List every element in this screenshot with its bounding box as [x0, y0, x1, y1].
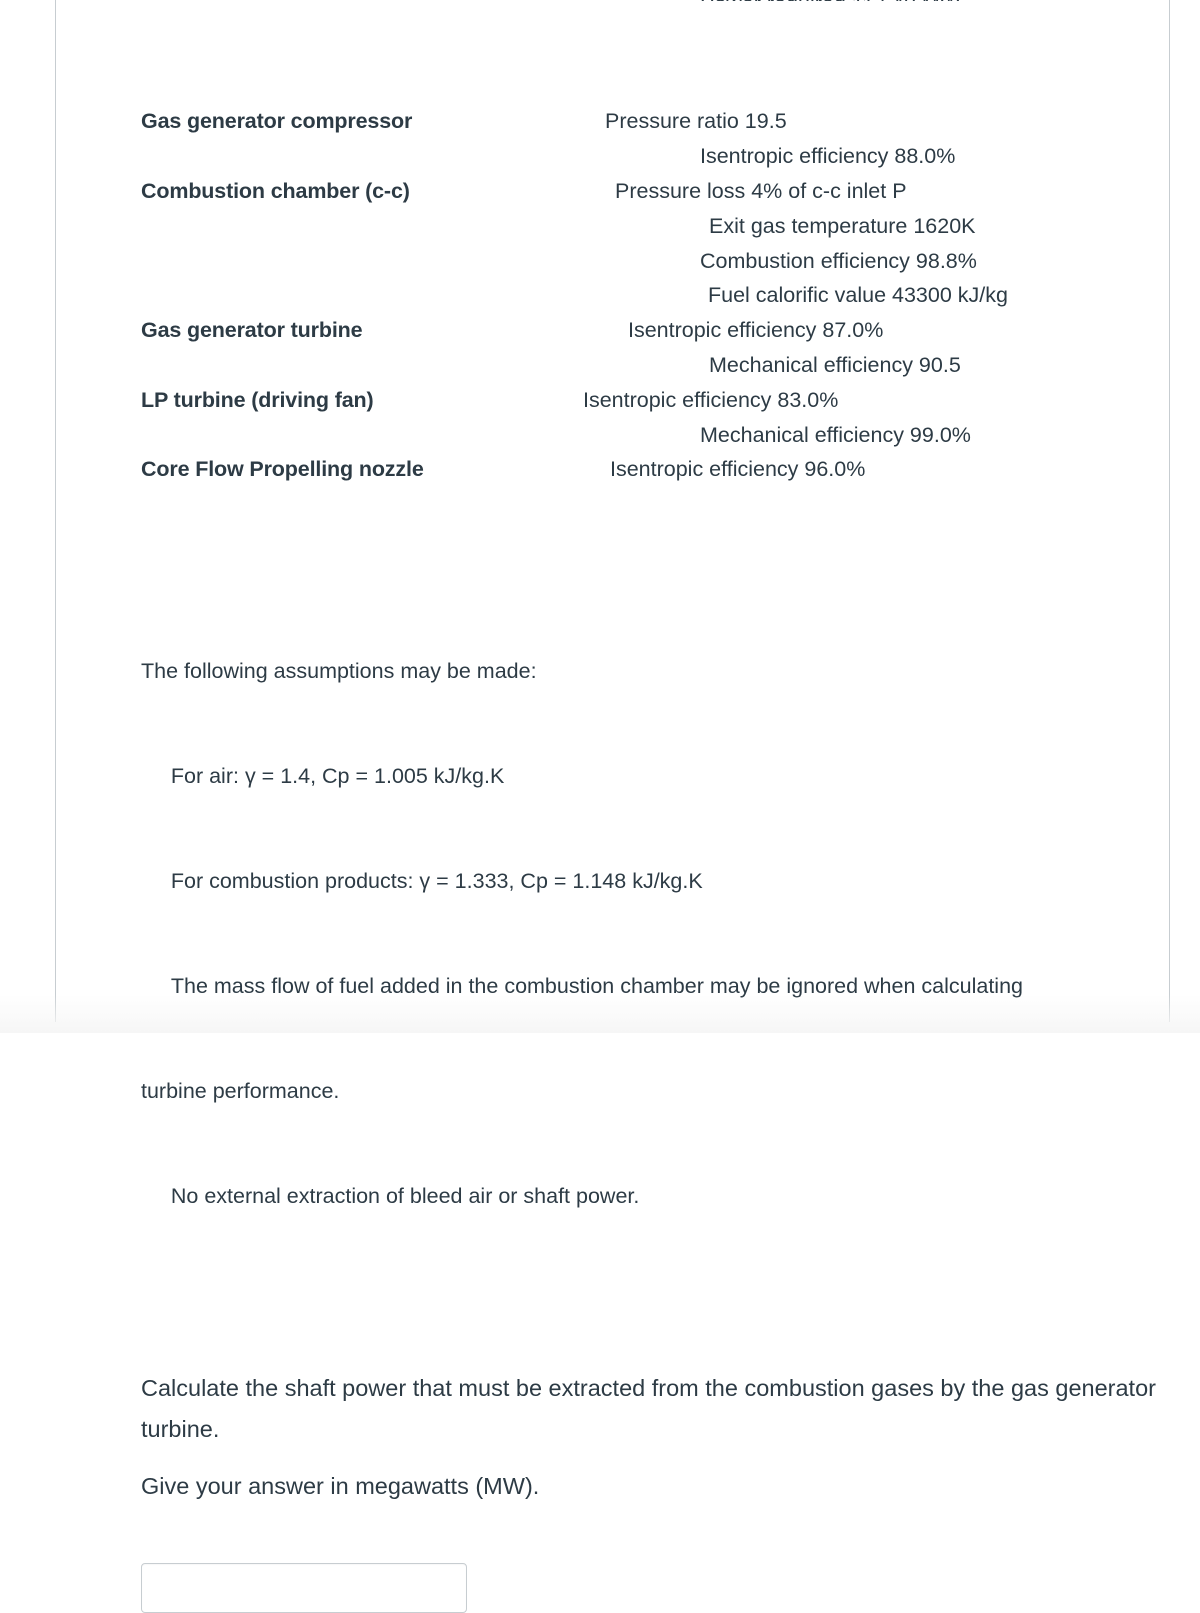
spec-row-label: Core Flow Propelling nozzle: [141, 457, 424, 482]
spec-row-value: Mechanical efficiency 99.0%: [700, 422, 971, 447]
spec-row: Combustion efficiency 98.8%: [141, 244, 1200, 279]
spec-row-value: Combustion efficiency 98.8%: [700, 248, 977, 273]
assumptions-block: The following assumptions may be made: F…: [141, 584, 1200, 1284]
spec-row-value: Exit gas temperature 1620K: [709, 213, 976, 238]
spec-row-value: Isentropic efficiency 88.0%: [700, 144, 956, 169]
spec-row-label: Gas generator turbine: [141, 318, 363, 343]
spec-row: Core Flow Propelling nozzle Isentropic ef…: [141, 452, 1200, 487]
question-prompt: Calculate the shaft power that must be e…: [141, 1368, 1156, 1507]
power-required-value: Power required 11.540 MW: [700, 0, 960, 1]
spec-row-value: Isentropic efficiency 96.0%: [610, 457, 866, 482]
answer-input-wrapper: [141, 1562, 1200, 1613]
assumptions-heading: The following assumptions may be made:: [141, 658, 537, 683]
spec-row-value: Isentropic efficiency 83.0%: [583, 387, 839, 412]
answer-input[interactable]: [141, 1562, 467, 1613]
clipped-power-required-line: Power required 11.540 MW: [141, 0, 1200, 1]
spec-row-value: Pressure loss 4% of c-c inlet P: [615, 178, 907, 203]
spec-row-label: LP turbine (driving fan): [141, 387, 374, 412]
spec-row: Mechanical efficiency 90.5: [141, 348, 1200, 383]
spec-row: Combustion chamber (c-c) Pressure loss 4%…: [141, 174, 1200, 209]
spec-row: Gas generator compressor Pressure ratio 1…: [141, 104, 1200, 139]
assumption-line-fuel-mass-flow: The mass flow of fuel added in the combu…: [141, 973, 1023, 998]
specification-table: Power required 11.540 MW Gas generator c…: [141, 0, 1200, 557]
assumption-line-combustion-products: For combustion products: γ = 1.333, Cp =…: [141, 868, 703, 893]
spec-row: Mechanical efficiency 99.0%: [141, 418, 1200, 453]
assumption-line-fuel-mass-flow-cont: turbine performance.: [141, 1078, 340, 1103]
spec-row-value: Fuel calorific value 43300 kJ/kg: [708, 283, 1008, 308]
spec-row: Isentropic efficiency 88.0%: [141, 139, 1200, 174]
spec-row-value: Pressure ratio 19.5: [605, 109, 787, 134]
question-frame: Power required 11.540 MW Gas generator c…: [55, 0, 1170, 1613]
spec-row-value: Mechanical efficiency 90.5: [709, 352, 961, 377]
prompt-paragraph-2: Give your answer in megawatts (MW).: [141, 1472, 540, 1499]
prompt-paragraph-1: Calculate the shaft power that must be e…: [141, 1374, 1156, 1442]
spec-row-label: Gas generator compressor: [141, 109, 413, 134]
spec-row: Gas generator turbine Isentropic efficien…: [141, 313, 1200, 348]
spec-row-label: Combustion chamber (c-c): [141, 178, 410, 203]
spec-row: Exit gas temperature 1620K: [141, 209, 1200, 244]
spec-row-value: Isentropic efficiency 87.0%: [628, 318, 884, 343]
spec-row: Fuel calorific value 43300 kJ/kg: [141, 278, 1200, 313]
assumption-line-air: For air: γ = 1.4, Cp = 1.005 kJ/kg.K: [141, 763, 505, 788]
question-content: Power required 11.540 MW Gas generator c…: [141, 0, 1200, 1613]
assumption-line-no-bleed: No external extraction of bleed air or s…: [141, 1183, 640, 1208]
spec-row: LP turbine (driving fan) Isentropic effic…: [141, 383, 1200, 418]
